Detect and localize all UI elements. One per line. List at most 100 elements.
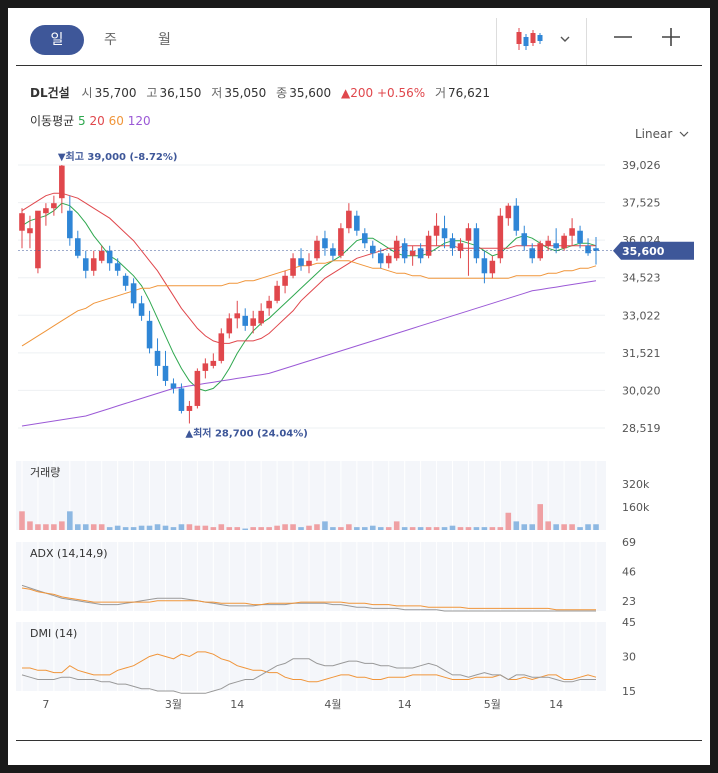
candle-body [409,250,416,256]
candle-body [473,228,480,259]
dmi-tick-label: 30 [622,651,636,664]
adx-tick-label: 69 [622,536,636,549]
candle-body [362,233,368,244]
candle-body [122,275,129,286]
candle-body [43,208,49,214]
min-price-annotation: ▲최저 28,700 (24.04%) [185,426,307,439]
candle-body [577,230,583,244]
candle-body [90,258,97,271]
candle-body [481,258,488,274]
adx-panel-title: ADX (14,14,9) [30,547,108,560]
volume-bar [513,521,520,530]
volume-bar [82,524,89,530]
volume-bar [465,527,472,530]
candle-body [67,210,73,239]
volume-bar [67,511,73,530]
volume-bar [98,524,105,530]
candle-body [457,243,464,251]
candle-body [338,228,344,256]
volume-bar [593,524,599,530]
candle-body [377,253,384,264]
dmi-tick-label: 45 [622,616,636,629]
volume-bar [138,525,145,530]
candle-body [393,240,400,259]
volume-bar [393,521,400,530]
candle-body [369,245,376,254]
volume-bar [90,524,97,530]
volume-bar [401,527,408,530]
candle-body [210,360,217,366]
candle-body [449,238,456,249]
volume-bar [377,527,384,530]
volume-bar [51,524,57,530]
volume-bar [242,528,249,530]
volume-bar [130,527,137,530]
volume-bar [258,527,264,530]
volume-bar [59,521,65,530]
candle-body [186,405,193,411]
volume-bar [481,527,488,530]
candle-body [242,315,249,326]
stock-chart[interactable]: 39,02637,52536,02434,52333,02231,52130,0… [8,8,710,765]
candle-body [593,248,599,251]
volume-bar [433,527,440,530]
candle-body [425,235,432,256]
candle-body [433,225,440,236]
x-axis-label: 14 [398,698,412,711]
volume-bar [226,527,233,530]
volume-bar [569,524,575,530]
volume-bar [497,527,504,530]
volume-bar [202,525,209,530]
candle-body [545,240,551,246]
x-axis-label: 7 [42,698,49,711]
current-price-label: 35,600 [622,245,665,258]
volume-bar [250,527,256,530]
candle-body [178,388,185,411]
candle-body [441,228,448,239]
candle-body [274,285,280,301]
volume-bar [306,525,312,530]
candle-body [59,165,65,199]
adx-tick-label: 23 [622,595,636,608]
volume-bar [545,521,551,530]
price-tick-label: 39,026 [622,159,661,172]
volume-bar [561,524,567,530]
candle-body [194,370,201,406]
volume-bar [441,527,448,530]
candle-body [266,300,272,309]
volume-bar [330,527,336,530]
volume-bar [282,524,288,530]
volume-bar [585,524,591,530]
volume-bar [338,527,344,530]
max-price-annotation: ▼최고 39,000 (-8.72%) [58,150,178,163]
volume-bar [346,524,352,530]
volume-bar [362,527,368,530]
dmi-panel-title: DMI (14) [30,627,77,640]
candle-body [218,333,225,361]
adx-tick-label: 46 [622,565,636,578]
volume-bar [290,524,296,530]
candle-body [497,215,504,259]
volume-bar [473,527,480,530]
volume-bar [35,524,41,530]
candle-body [170,383,177,389]
candle-body [234,313,241,319]
volume-bar [274,525,280,530]
footer-border [16,740,702,741]
candle-body [290,258,296,276]
volume-bar [43,524,49,530]
volume-bar [186,524,193,530]
candle-body [154,350,161,366]
volume-bar [385,527,392,530]
volume-bar [234,527,241,530]
dmi-tick-label: 15 [622,685,636,698]
volume-bar [106,527,113,530]
ma-60-line [21,260,597,347]
volume-bar [194,525,201,530]
candle-body [521,233,528,246]
candle-body [298,258,304,266]
candle-body [585,245,591,254]
ma-120-line [21,280,597,427]
volume-bar [521,524,528,530]
volume-bar [449,525,456,530]
